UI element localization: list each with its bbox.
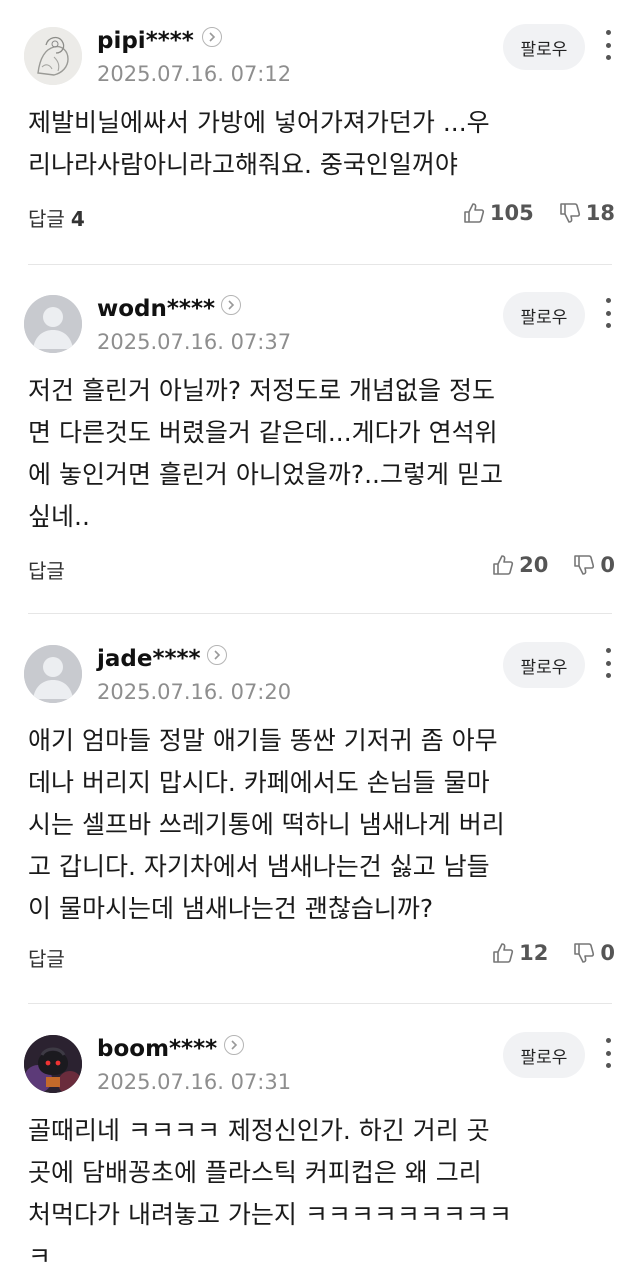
like-count: 105 (489, 201, 534, 225)
chevron-right-icon[interactable] (224, 1035, 244, 1055)
more-options-icon[interactable] (600, 1038, 616, 1068)
comment-text-line: 저건 흘린거 아닐까? 저정도로 개념없을 정도 (28, 376, 496, 405)
comment-text-line: 곳에 담배꽁초에 플라스틱 커피컵은 왜 그리 (28, 1158, 482, 1187)
comment-date: 2025.07.16. 07:37 (97, 330, 292, 354)
comment: boom**** 2025.07.16. 07:31 팔로우 골때리네 ㅋㅋㅋㅋ… (0, 1008, 640, 1280)
follow-button[interactable]: 팔로우 (503, 292, 585, 338)
reply-count: 4 (70, 207, 85, 231)
comment-date: 2025.07.16. 07:31 (97, 1070, 292, 1094)
divider (28, 1003, 612, 1004)
comment-date: 2025.07.16. 07:20 (97, 680, 292, 704)
reply-button[interactable]: 답글 4 (28, 203, 85, 232)
more-options-icon[interactable] (600, 30, 616, 60)
thumbs-up-icon (464, 203, 485, 223)
reply-button[interactable]: 답글 (28, 555, 65, 584)
comment-text-line: 애기 엄마들 정말 애기들 똥싼 기저귀 좀 아무 (28, 726, 498, 755)
thumbs-up-icon (493, 943, 514, 963)
vote-bar: 12 0 (491, 941, 615, 965)
comment-text-line: 리나라사람아니라고해줘요. 중국인일꺼야 (28, 150, 458, 179)
thumbs-down-icon (574, 943, 595, 963)
reply-label: 답글 (28, 207, 65, 231)
comment-text: 애기 엄마들 정말 애기들 똥싼 기저귀 좀 아무 데나 버리지 맙시다. 카페… (28, 720, 618, 930)
divider (28, 613, 612, 614)
like-count: 12 (519, 941, 549, 965)
avatar[interactable] (24, 1035, 82, 1093)
thumbs-down-icon (559, 203, 580, 223)
comment-text: 골때리네 ㅋㅋㅋㅋ 제정신인가. 하긴 거리 곳 곳에 담배꽁초에 플라스틱 커… (28, 1110, 618, 1278)
follow-button[interactable]: 팔로우 (503, 642, 585, 688)
comment-text-line: 싶네.. (28, 502, 90, 531)
comment-text-line: 면 다른것도 버렸을거 같은데...게다가 연석위 (28, 418, 498, 447)
comment-text-line: 제발비닐에싸서 가방에 넣어가져가던가 ...우 (28, 108, 490, 137)
avatar[interactable] (24, 645, 82, 703)
comment-text-line: 골때리네 ㅋㅋㅋㅋ 제정신인가. 하긴 거리 곳 (28, 1116, 490, 1145)
comment: jade**** 2025.07.16. 07:20 팔로우 애기 엄마들 정말… (0, 618, 640, 1003)
follow-button[interactable]: 팔로우 (503, 24, 585, 70)
more-options-icon[interactable] (600, 648, 616, 678)
username[interactable]: pipi**** (97, 28, 194, 54)
comment-text-line: 에 놓인거면 흘린거 아니었을까?..그렇게 믿고 (28, 460, 503, 489)
avatar[interactable] (24, 27, 82, 85)
dislike-count: 0 (600, 941, 615, 965)
follow-button[interactable]: 팔로우 (503, 1032, 585, 1078)
like-count: 20 (519, 553, 549, 577)
username[interactable]: wodn**** (97, 296, 215, 322)
username[interactable]: boom**** (97, 1036, 217, 1062)
dislike-button[interactable]: 0 (572, 941, 615, 965)
like-button[interactable]: 105 (462, 201, 534, 225)
comment-text-line: ㅋ (28, 1242, 52, 1271)
username[interactable]: jade**** (97, 646, 201, 672)
dislike-button[interactable]: 18 (558, 201, 615, 225)
more-options-icon[interactable] (600, 298, 616, 328)
comment-text-line: 이 물마시는데 냄새나는건 괜찮습니까? (28, 894, 434, 923)
dislike-count: 0 (600, 553, 615, 577)
chevron-right-icon[interactable] (207, 645, 227, 665)
chevron-right-icon[interactable] (202, 27, 222, 47)
comment-text: 저건 흘린거 아닐까? 저정도로 개념없을 정도 면 다른것도 버렸을거 같은데… (28, 370, 618, 538)
thumbs-down-icon (574, 555, 595, 575)
reply-label: 답글 (28, 947, 65, 971)
comment-text-line: 데나 버리지 맙시다. 카페에서도 손님들 물마 (28, 768, 490, 797)
like-button[interactable]: 20 (491, 553, 548, 577)
avatar[interactable] (24, 295, 82, 353)
comment-text-line: 고 갑니다. 자기차에서 냄새나는건 싫고 남들 (28, 852, 490, 881)
like-button[interactable]: 12 (491, 941, 548, 965)
comment-text-line: 시는 셀프바 쓰레기통에 떡하니 냄새나게 버리 (28, 810, 505, 839)
dislike-button[interactable]: 0 (572, 553, 615, 577)
comment-text-line: 처먹다가 내려놓고 가는지 ㅋㅋㅋㅋㅋㅋㅋㅋㅋ (28, 1200, 512, 1229)
comment-text: 제발비닐에싸서 가방에 넣어가져가던가 ...우 리나라사람아니라고해줘요. 중… (28, 102, 618, 186)
vote-bar: 105 18 (462, 201, 615, 225)
chevron-right-icon[interactable] (221, 295, 241, 315)
comment: pipi**** 2025.07.16. 07:12 팔로우 제발비닐에싸서 가… (0, 0, 640, 264)
comment-date: 2025.07.16. 07:12 (97, 62, 292, 86)
vote-bar: 20 0 (491, 553, 615, 577)
reply-button[interactable]: 답글 (28, 943, 65, 972)
divider (28, 264, 612, 265)
thumbs-up-icon (493, 555, 514, 575)
reply-label: 답글 (28, 559, 65, 583)
comment: wodn**** 2025.07.16. 07:37 팔로우 저건 흘린거 아닐… (0, 268, 640, 613)
dislike-count: 18 (585, 201, 615, 225)
